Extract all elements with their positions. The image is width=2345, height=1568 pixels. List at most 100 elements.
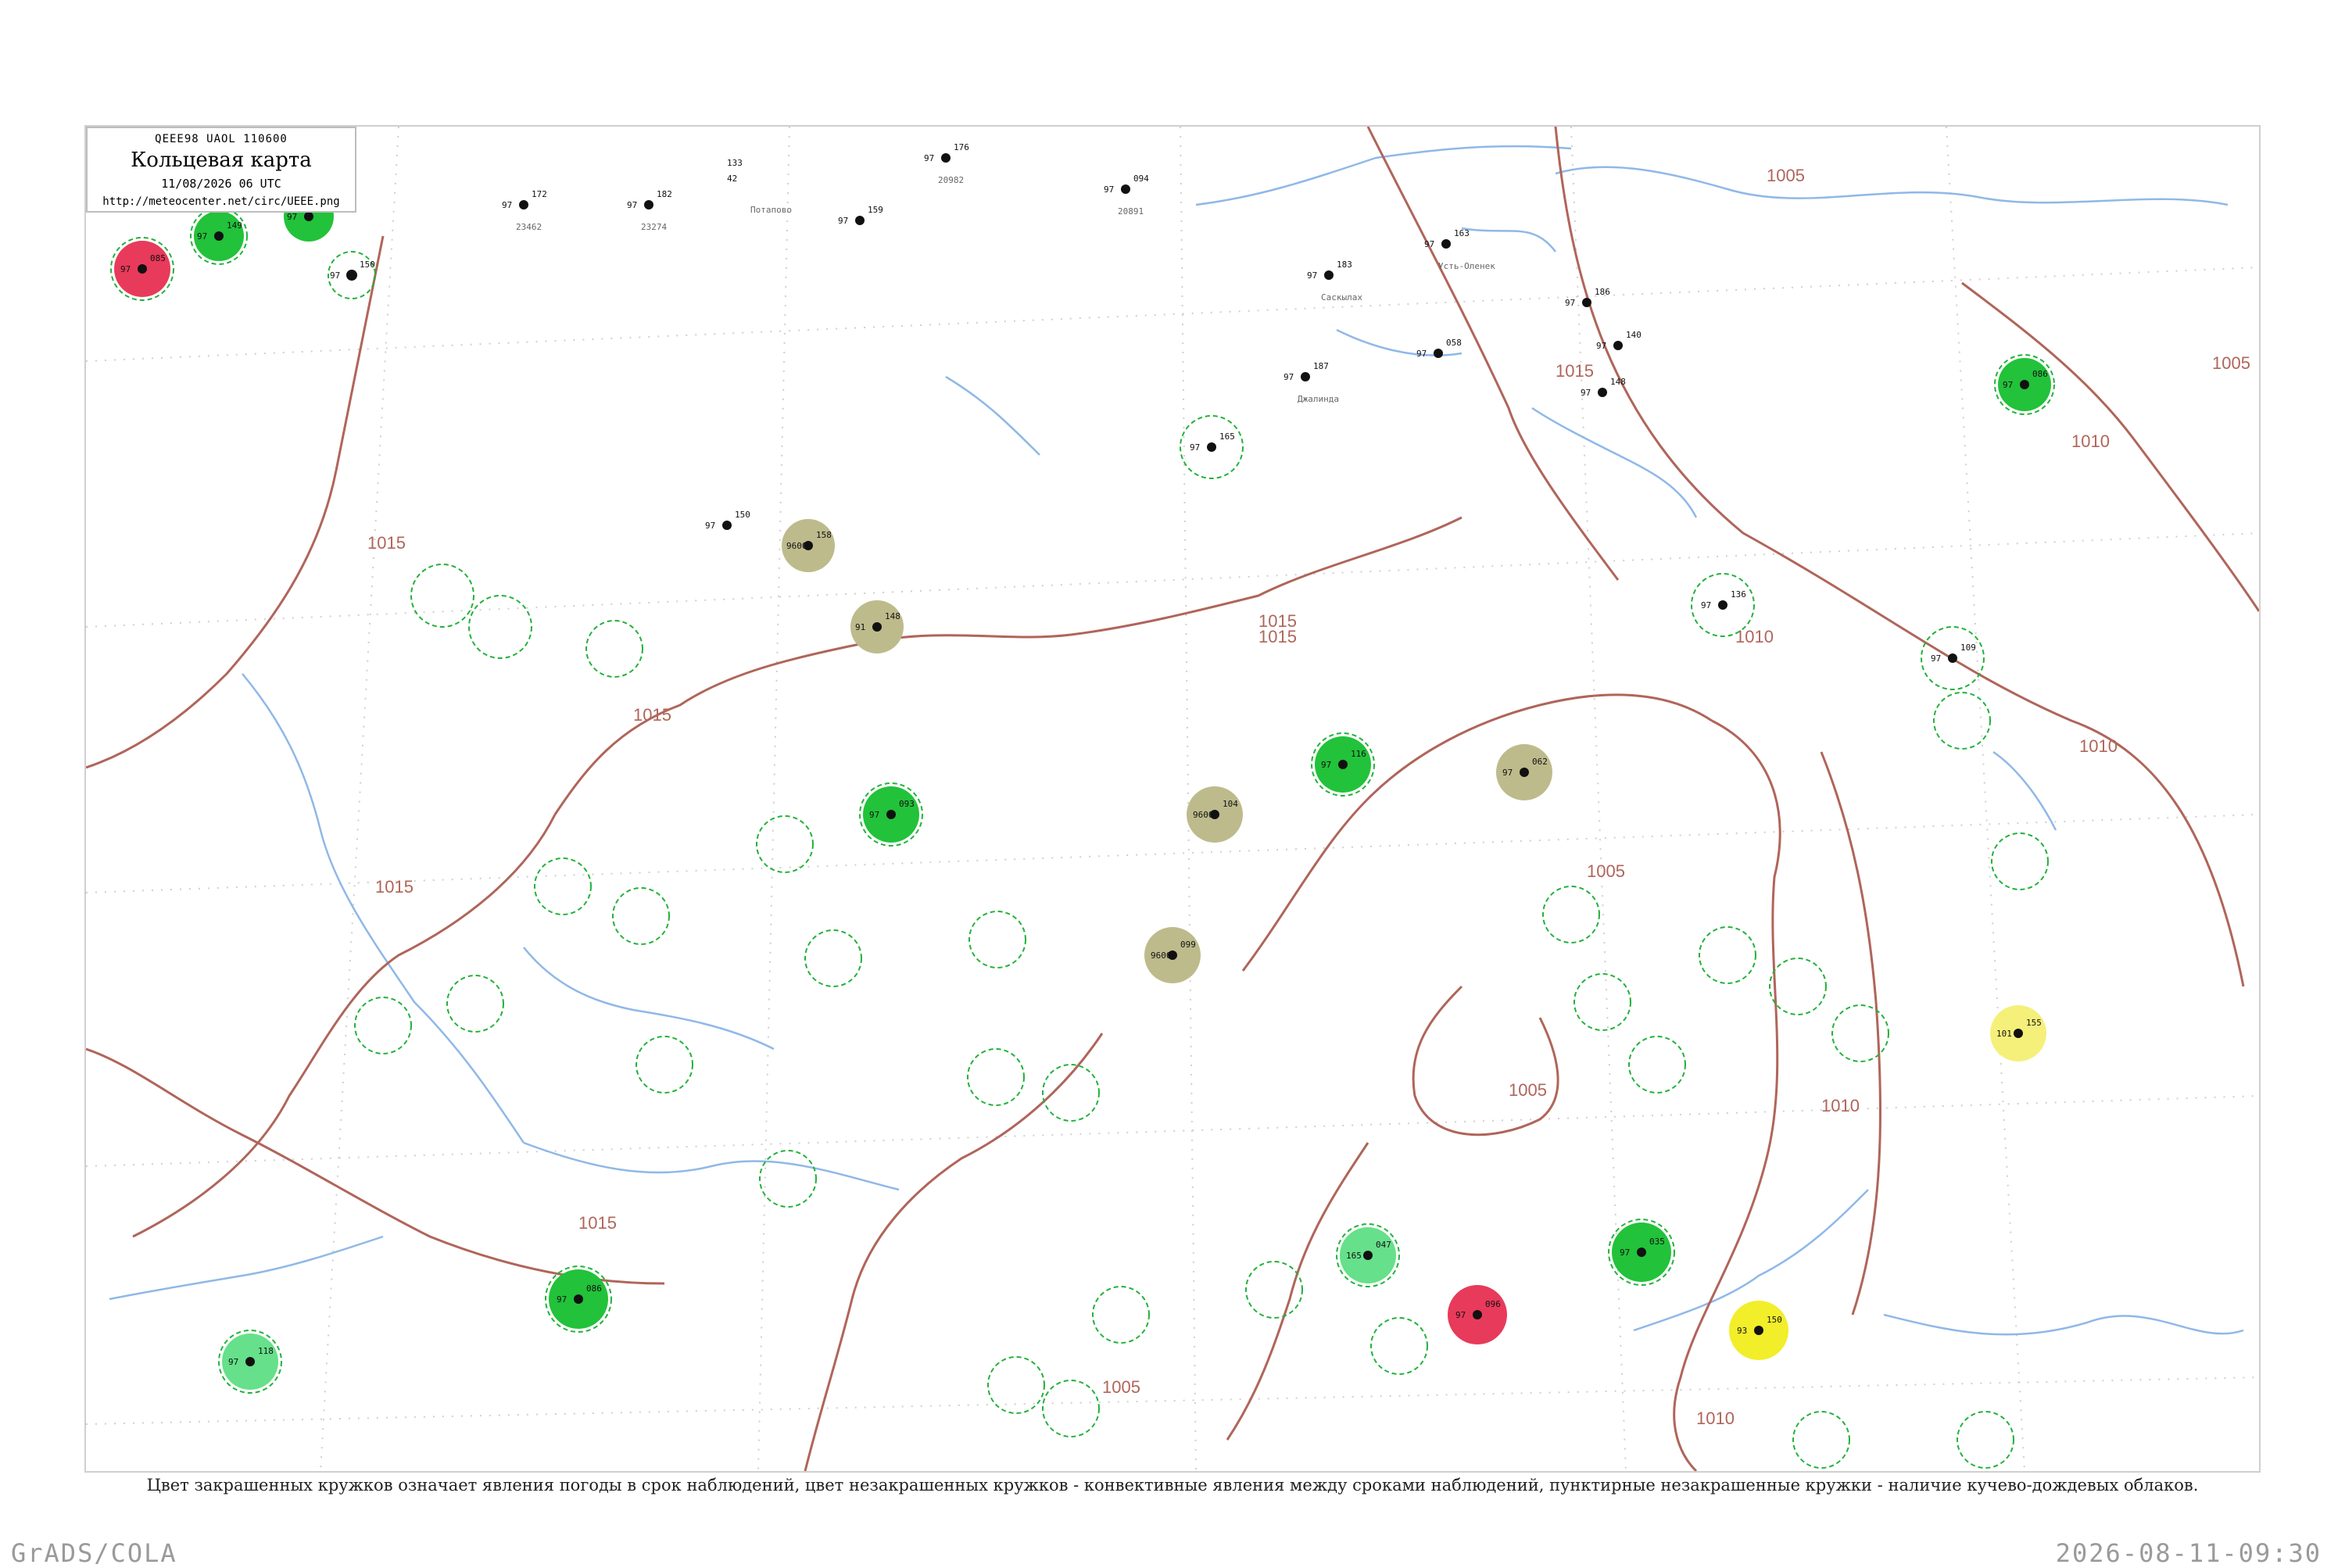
station-marker[interactable]: 159 97 [838,205,883,226]
isobar-lines [86,127,2259,1471]
render-timestamp: 2026-08-11-09:30 [2055,1538,2322,1568]
station-temp: 97 [838,216,848,226]
isobar-label: 1010 [1696,1409,1735,1428]
isobar-label: 1015 [633,705,671,725]
station-temp: 97 [1416,349,1427,359]
station-name: 20982 [938,175,964,185]
map-source-url[interactable]: http://meteocenter.net/circ/UEEE.png [88,195,355,208]
station-pressure: 159 [868,205,883,215]
map-header: QEEE98 UAOL 110600 Кольцевая карта 11/08… [86,127,356,213]
station-marker[interactable]: 165 97 [1180,415,1244,479]
station-pressure: 035 [1649,1237,1665,1247]
station-temp: 97 [869,810,879,820]
station-pressure: 182 [657,189,672,199]
station-marker[interactable]: 183 97 Саскылах [1307,260,1362,303]
station-pressure: 133 [727,158,743,168]
station-marker[interactable]: 099 9600 [1144,927,1201,983]
station-name: 23274 [641,222,667,232]
station-temp: 97 [1424,239,1434,249]
station-pressure: 086 [2032,369,2048,379]
station-marker[interactable]: 163 97 Усть-Оленек [1424,228,1495,271]
station-marker[interactable]: 149 97 [190,207,248,265]
station-pressure: 187 [1313,361,1329,371]
station-marker[interactable]: 062 97 [1496,744,1552,800]
station-marker[interactable]: 094 97 20891 [1104,174,1149,217]
station-marker[interactable]: 085 97 [110,237,174,301]
station-marker[interactable]: 150 93 [1729,1301,1788,1360]
station-marker[interactable]: 150 97 [705,510,750,531]
isobar-label: 1005 [1587,861,1625,881]
station-pressure: 150 [735,510,750,520]
isobar-label: 1015 [1258,627,1297,646]
station-pressure: 086 [586,1283,602,1294]
station-marker[interactable]: 150 97 [328,251,376,299]
station-temp: 97 [2003,380,2013,390]
station-marker[interactable]: 187 97 Джалинда [1283,361,1339,404]
station-temp: 97 [627,200,637,210]
station-marker[interactable]: 136 97 [1691,573,1755,637]
station-temp: 97 [557,1294,567,1305]
station-temp: 97 [1581,388,1591,398]
station-pressure: 176 [954,142,969,152]
station-marker[interactable]: 104 9600 [1187,786,1243,843]
station-marker[interactable]: 148 91 [850,600,904,653]
station-pressure: 136 [1731,589,1746,600]
isobar-label: 1005 [2212,353,2250,373]
station-name: Потапово [750,205,792,215]
station-pressure: 155 [2026,1018,2042,1028]
station-temp: 97 [1190,442,1200,453]
station-temp: 97 [1307,270,1317,281]
station-pressure: 118 [258,1346,274,1356]
station-pressure: 148 [885,611,900,621]
station-temp: 97 [705,521,715,531]
station-marker[interactable]: 093 97 [859,782,923,847]
station-marker[interactable]: 109 97 [1921,626,1985,690]
station-marker[interactable]: 096 97 [1448,1285,1507,1344]
station-marker[interactable]: 086 97 [1994,354,2055,415]
station-temp: 97 [197,231,207,242]
station-marker[interactable]: 182 97 23274 [627,189,672,232]
station-marker[interactable]: 118 97 [218,1330,282,1394]
station-temp: 97 [1931,653,1941,664]
station-temp: 97 [1701,600,1711,610]
map-title: Кольцевая карта [131,149,312,172]
station-marker[interactable]: 140 97 [1596,330,1642,351]
isobar-label: 1015 [578,1213,617,1233]
station-pressure: 093 [899,799,915,809]
station-pressure: 062 [1532,757,1548,767]
station-temp: 9600 [786,541,807,551]
station-pressure: 047 [1376,1240,1391,1250]
station-marker[interactable]: 172 97 23462 [502,189,547,232]
station-pressure: 109 [1960,643,1976,653]
station-marker[interactable]: 047 165 [1336,1223,1400,1287]
isobar-label: 1010 [1735,627,1774,646]
station-marker[interactable]: 176 97 20982 [924,142,969,185]
station-temp: 42 [727,174,737,184]
station-temp: 97 [1620,1248,1630,1258]
station-marker[interactable]: 116 97 [1311,732,1375,797]
station-marker[interactable]: 086 97 [545,1265,612,1333]
isobar-label: 1015 [367,533,406,553]
station-pressure: 172 [532,189,547,199]
station-temp: 97 [228,1357,238,1367]
isobar-label: 1005 [1767,166,1805,185]
station-marker[interactable]: 133 42 Потапово [727,158,792,215]
convective-rings [354,564,2049,1469]
station-marker[interactable]: 058 97 [1416,338,1462,359]
station-marker[interactable]: 155 101 [1990,1005,2046,1061]
station-marker[interactable]: 035 97 [1608,1219,1675,1286]
station-pressure: 186 [1595,287,1610,297]
synoptic-map[interactable]: 1005 1005 1010 1015 1015 1015 1015 1015 … [86,127,2259,1471]
station-pressure: 104 [1223,799,1238,809]
station-name: Джалинда [1298,394,1339,404]
station-temp: 97 [330,270,340,281]
isobar-labels: 1005 1005 1010 1015 1015 1015 1015 1015 … [367,166,2250,1428]
isobar-label: 1010 [2071,431,2110,451]
station-marker[interactable]: 158 9600 [782,519,835,572]
station-pressure: 163 [1454,228,1470,238]
station-temp: 97 [1321,760,1331,770]
station-temp: 9600 [1151,950,1172,961]
legend-caption: Цвет закрашенных кружков означает явлени… [146,1476,2199,1495]
isobar-label: 1015 [1556,361,1594,381]
station-pressure: 094 [1133,174,1149,184]
